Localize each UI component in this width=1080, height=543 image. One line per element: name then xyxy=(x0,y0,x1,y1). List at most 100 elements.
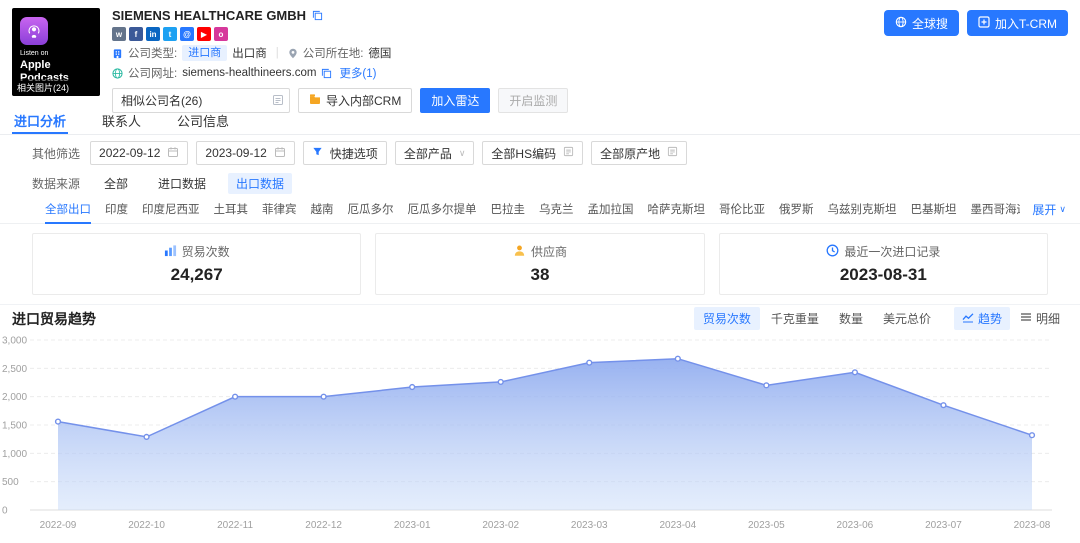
country-tab-2[interactable]: 印度尼西亚 xyxy=(142,194,200,224)
join-tcrm-label: 加入T-CRM xyxy=(995,15,1057,32)
hs-filter-value: 全部HS编码 xyxy=(491,145,556,162)
source-option-0[interactable]: 全部 xyxy=(96,173,136,194)
similar-company-input[interactable] xyxy=(112,88,290,113)
country-tab-16[interactable]: 墨西哥海运 xyxy=(971,194,1021,224)
metric-tab-3[interactable]: 美元总价 xyxy=(874,307,940,330)
svg-text:2023-08: 2023-08 xyxy=(1014,520,1051,531)
svg-text:2023-07: 2023-07 xyxy=(925,520,962,531)
other-filter-label: 其他筛选 xyxy=(32,145,80,162)
trend-controls: 贸易次数千克重量数量美元总价 趋势 明细 xyxy=(694,307,1068,330)
facebook-icon[interactable]: f xyxy=(129,27,143,41)
quick-options-button[interactable]: 快捷选项 xyxy=(303,141,387,165)
view-tab-detail[interactable]: 明细 xyxy=(1012,307,1068,330)
youtube-icon[interactable]: ▶ xyxy=(197,27,211,41)
svg-text:2022-12: 2022-12 xyxy=(305,520,342,531)
date-to-input[interactable]: 2023-09-12 xyxy=(196,141,294,165)
svg-text:2023-05: 2023-05 xyxy=(748,520,785,531)
company-type-label: 公司类型: xyxy=(128,45,177,61)
svg-text:2022-11: 2022-11 xyxy=(217,520,253,531)
stat-card-suppliers: 供应商 38 xyxy=(375,233,704,295)
svg-text:500: 500 xyxy=(2,477,19,488)
stat-card-last-import: 最近一次进口记录 2023-08-31 xyxy=(719,233,1048,295)
website-icon[interactable]: w xyxy=(112,27,126,41)
importer-tag[interactable]: 进口商 xyxy=(182,45,227,61)
svg-text:2023-04: 2023-04 xyxy=(659,520,696,531)
origin-filter[interactable]: 全部原产地 xyxy=(591,141,687,165)
join-radar-button[interactable]: 加入雷达 xyxy=(420,88,490,113)
svg-text:3,000: 3,000 xyxy=(2,336,27,347)
more-link[interactable]: 更多(1) xyxy=(339,65,376,81)
bar-chart-icon xyxy=(164,244,177,260)
metric-tab-2[interactable]: 数量 xyxy=(830,307,872,330)
country-tab-6[interactable]: 厄瓜多尔 xyxy=(348,194,394,224)
company-name-row: SIEMENS HEALTHCARE GMBH xyxy=(112,8,568,23)
country-tab-4[interactable]: 菲律宾 xyxy=(262,194,297,224)
view-tab-trend[interactable]: 趋势 xyxy=(954,307,1010,330)
country-tab-9[interactable]: 乌克兰 xyxy=(539,194,574,224)
metric-tab-0[interactable]: 贸易次数 xyxy=(694,307,760,330)
svg-text:1,500: 1,500 xyxy=(2,421,27,432)
svg-text:1,000: 1,000 xyxy=(2,449,27,460)
product-filter-select[interactable]: 全部产品 ∨ xyxy=(395,141,475,165)
country-tab-12[interactable]: 哥伦比亚 xyxy=(719,194,765,224)
country-tab-0[interactable]: 全部出口 xyxy=(45,194,91,224)
instagram-icon[interactable]: o xyxy=(214,27,228,41)
country-tab-11[interactable]: 哈萨克斯坦 xyxy=(648,194,706,224)
tab-import-analysis[interactable]: 进口分析 xyxy=(12,104,68,134)
country-tab-3[interactable]: 土耳其 xyxy=(214,194,249,224)
country-tab-13[interactable]: 俄罗斯 xyxy=(779,194,814,224)
location-value: 德国 xyxy=(368,45,391,61)
join-tcrm-button[interactable]: 加入T-CRM xyxy=(967,10,1068,36)
location-pin-icon xyxy=(288,48,298,59)
country-tab-15[interactable]: 巴基斯坦 xyxy=(911,194,957,224)
header-actions: 全球搜 加入T-CRM xyxy=(884,10,1068,36)
calendar-icon xyxy=(167,146,179,161)
country-tab-5[interactable]: 越南 xyxy=(311,194,334,224)
country-tab-1[interactable]: 印度 xyxy=(105,194,128,224)
list-select-icon xyxy=(563,146,574,160)
view-tabs: 趋势 明细 xyxy=(954,307,1068,330)
similar-company-input-wrap xyxy=(112,88,290,113)
stat-value: 2023-08-31 xyxy=(840,265,927,285)
svg-text:2023-02: 2023-02 xyxy=(482,520,519,531)
email-icon[interactable]: @ xyxy=(180,27,194,41)
global-search-button[interactable]: 全球搜 xyxy=(884,10,959,36)
import-crm-label: 导入内部CRM xyxy=(326,92,401,109)
import-crm-button[interactable]: 导入内部CRM xyxy=(298,88,412,113)
svg-text:2023-06: 2023-06 xyxy=(837,520,874,531)
source-option-1[interactable]: 进口数据 xyxy=(150,173,214,194)
social-icons: wfint@▶o xyxy=(112,27,568,41)
company-info: SIEMENS HEALTHCARE GMBH wfint@▶o 公司类型: 进… xyxy=(112,8,568,96)
stat-label: 供应商 xyxy=(513,243,567,260)
company-meta-row: 公司类型: 进口商 出口商 | 公司所在地: 德国 xyxy=(112,45,568,61)
copy-company-name-icon[interactable] xyxy=(312,10,323,21)
svg-text:2022-10: 2022-10 xyxy=(128,520,165,531)
stat-label: 最近一次进口记录 xyxy=(826,243,940,260)
company-image[interactable]: Listen on Apple Podcasts 相关图片(24) xyxy=(12,8,100,96)
start-monitor-button[interactable]: 开启监测 xyxy=(498,88,568,113)
svg-text:2023-01: 2023-01 xyxy=(394,520,431,531)
linkedin-icon[interactable]: in xyxy=(146,27,160,41)
exporter-tag[interactable]: 出口商 xyxy=(232,45,267,61)
date-from-input[interactable]: 2022-09-12 xyxy=(90,141,188,165)
country-tab-10[interactable]: 孟加拉国 xyxy=(588,194,634,224)
svg-text:2,000: 2,000 xyxy=(2,392,27,403)
filter-bar: 其他筛选 2022-09-12 2023-09-12 快捷选项 全部产品 ∨ 全… xyxy=(0,135,1080,171)
country-tab-8[interactable]: 巴拉圭 xyxy=(491,194,526,224)
metric-tab-1[interactable]: 千克重量 xyxy=(762,307,828,330)
chevron-down-icon: ∨ xyxy=(1059,204,1066,215)
expand-list-icon[interactable] xyxy=(272,94,284,109)
country-tab-7[interactable]: 厄瓜多尔提单 xyxy=(408,194,477,224)
folder-icon xyxy=(309,93,321,108)
source-option-2[interactable]: 出口数据 xyxy=(228,173,292,194)
website-value[interactable]: siemens-healthineers.com xyxy=(182,67,316,79)
svg-text:2023-03: 2023-03 xyxy=(571,520,608,531)
hs-code-filter[interactable]: 全部HS编码 xyxy=(482,141,583,165)
twitter-icon[interactable]: t xyxy=(163,27,177,41)
country-tab-14[interactable]: 乌兹别克斯坦 xyxy=(828,194,897,224)
origin-filter-value: 全部原产地 xyxy=(600,145,660,162)
expand-button[interactable]: 展开 ∨ xyxy=(1032,201,1066,218)
copy-website-icon[interactable] xyxy=(321,68,332,79)
related-images-overlay[interactable]: 相关图片(24) xyxy=(12,79,100,96)
clock-icon xyxy=(826,244,839,260)
